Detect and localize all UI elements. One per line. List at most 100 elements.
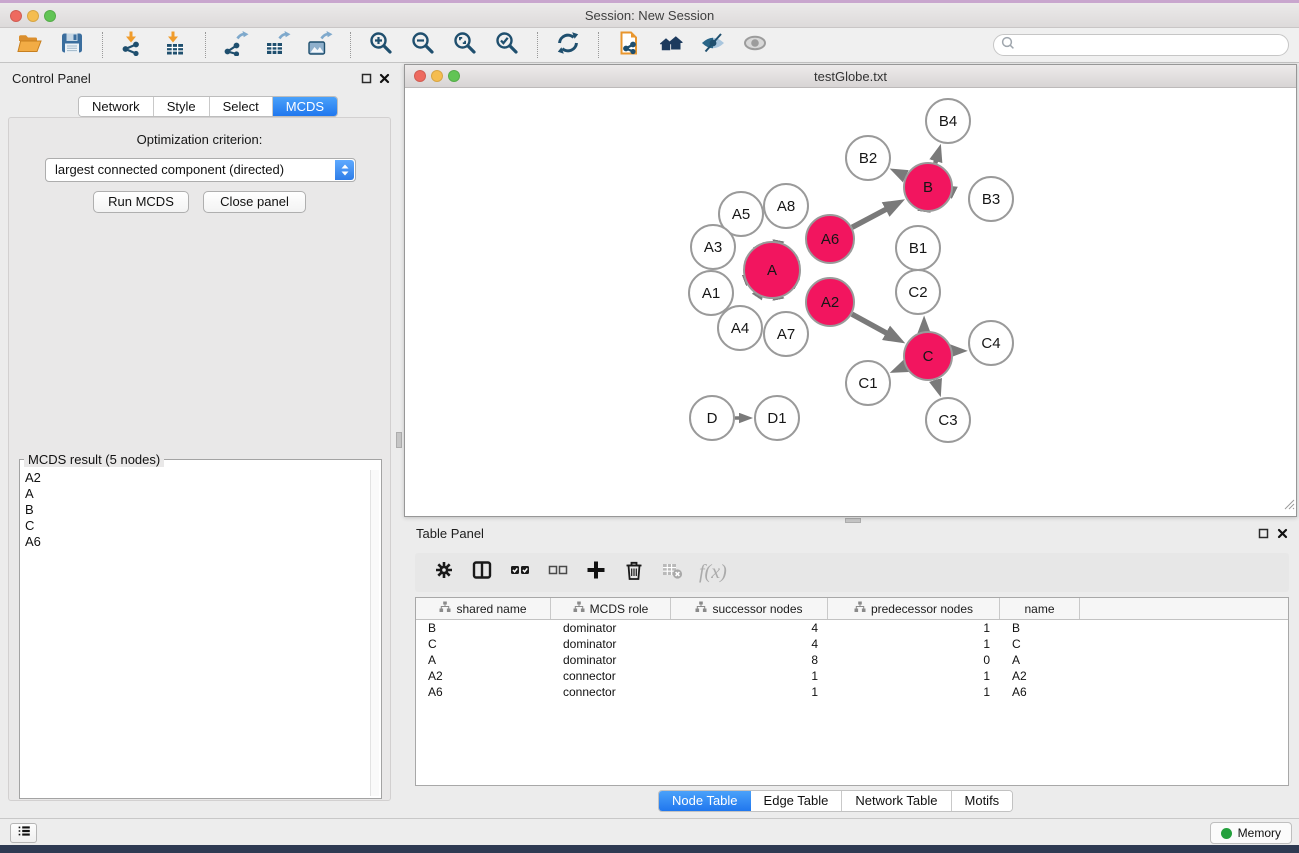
cell-successor-nodes[interactable]: 1 xyxy=(671,669,828,683)
node-A3[interactable]: A3 xyxy=(691,225,735,269)
delete-button[interactable] xyxy=(621,560,647,586)
tab-mcds[interactable]: MCDS xyxy=(273,97,337,116)
search-box[interactable] xyxy=(993,34,1289,56)
edge-B-B4[interactable] xyxy=(935,159,936,164)
result-item[interactable]: B xyxy=(22,502,369,518)
node-C2[interactable]: C2 xyxy=(896,270,940,314)
settings-button[interactable] xyxy=(431,560,457,586)
cell-MCDS-role[interactable]: connector xyxy=(551,685,671,699)
home-button[interactable] xyxy=(656,30,686,60)
cell-predecessor-nodes[interactable]: 1 xyxy=(828,621,1000,635)
tab-network[interactable]: Network xyxy=(79,97,154,116)
search-input[interactable] xyxy=(1016,38,1266,52)
node-A6[interactable]: A6 xyxy=(806,215,854,263)
node-A7[interactable]: A7 xyxy=(764,312,808,356)
edge-A2-C[interactable] xyxy=(852,314,889,334)
cell-name[interactable]: A6 xyxy=(1000,685,1080,699)
cell-successor-nodes[interactable]: 1 xyxy=(671,685,828,699)
node-A4[interactable]: A4 xyxy=(718,306,762,350)
zoom-window-button[interactable] xyxy=(44,10,56,22)
task-history-button[interactable] xyxy=(10,823,37,843)
table-row[interactable]: Bdominator41B xyxy=(416,620,1288,636)
deselect-all-button[interactable] xyxy=(545,560,571,586)
tab-edge-table[interactable]: Edge Table xyxy=(751,791,843,811)
node-A2[interactable]: A2 xyxy=(806,278,854,326)
result-item[interactable]: A6 xyxy=(22,534,369,550)
cell-successor-nodes[interactable]: 4 xyxy=(671,621,828,635)
cell-name[interactable]: C xyxy=(1000,637,1080,651)
select-all-button[interactable] xyxy=(507,560,533,586)
node-C4[interactable]: C4 xyxy=(969,321,1013,365)
resize-grip-icon[interactable] xyxy=(1282,497,1295,515)
cell-shared-name[interactable]: A xyxy=(416,653,551,667)
vertical-splitter-handle[interactable] xyxy=(396,432,402,448)
horizontal-splitter-handle[interactable] xyxy=(845,518,861,523)
node-A[interactable]: A xyxy=(744,242,800,298)
cell-predecessor-nodes[interactable]: 1 xyxy=(828,669,1000,683)
edge-C-C3[interactable] xyxy=(936,380,937,383)
network-zoom-button[interactable] xyxy=(448,70,460,82)
table-row[interactable]: Adominator80A xyxy=(416,652,1288,668)
column-header-name[interactable]: name xyxy=(1000,598,1080,619)
edge-C-C1[interactable] xyxy=(904,366,905,367)
style-preview-button[interactable] xyxy=(698,30,728,60)
node-A1[interactable]: A1 xyxy=(689,271,733,315)
import-table-button[interactable] xyxy=(160,30,190,60)
tab-select[interactable]: Select xyxy=(210,97,273,116)
close-panel-button[interactable]: Close panel xyxy=(203,191,306,213)
column-header-MCDS-role[interactable]: MCDS role xyxy=(551,598,671,619)
node-B1[interactable]: B1 xyxy=(896,226,940,270)
columns-button[interactable] xyxy=(469,560,495,586)
tab-style[interactable]: Style xyxy=(154,97,210,116)
table-row[interactable]: A2connector11A2 xyxy=(416,668,1288,684)
cell-MCDS-role[interactable]: connector xyxy=(551,669,671,683)
control-panel-close-icon[interactable] xyxy=(378,72,391,85)
cell-successor-nodes[interactable]: 4 xyxy=(671,637,828,651)
edge-A6-B[interactable] xyxy=(852,208,888,227)
result-item[interactable]: A2 xyxy=(22,470,369,486)
node-B2[interactable]: B2 xyxy=(846,136,890,180)
zoom-in-button[interactable] xyxy=(366,30,396,60)
tab-node-table[interactable]: Node Table xyxy=(659,791,751,811)
export-table-button[interactable] xyxy=(263,30,293,60)
result-item[interactable]: C xyxy=(22,518,369,534)
export-network-button[interactable] xyxy=(221,30,251,60)
open-folder-button[interactable] xyxy=(15,30,45,60)
refresh-button[interactable] xyxy=(553,30,583,60)
memory-button[interactable]: Memory xyxy=(1210,822,1292,844)
network-canvas[interactable]: B4B2BB3A8A5A6A3B1AA1C2A2A4A7C4CC1C3DD1 xyxy=(405,88,1296,516)
node-A8[interactable]: A8 xyxy=(764,184,808,228)
cell-predecessor-nodes[interactable]: 1 xyxy=(828,637,1000,651)
node-C1[interactable]: C1 xyxy=(846,361,890,405)
zoom-fit-button[interactable] xyxy=(450,30,480,60)
cell-shared-name[interactable]: A6 xyxy=(416,685,551,699)
cell-name[interactable]: A xyxy=(1000,653,1080,667)
zoom-out-button[interactable] xyxy=(408,30,438,60)
tab-network-table[interactable]: Network Table xyxy=(842,791,951,811)
table-panel-close-icon[interactable] xyxy=(1276,527,1289,540)
cell-MCDS-role[interactable]: dominator xyxy=(551,637,671,651)
result-item[interactable]: A xyxy=(22,486,369,502)
cell-shared-name[interactable]: B xyxy=(416,621,551,635)
node-B4[interactable]: B4 xyxy=(926,99,970,143)
column-header-successor-nodes[interactable]: successor nodes xyxy=(671,598,828,619)
table-panel-float-icon[interactable] xyxy=(1257,527,1270,540)
cell-predecessor-nodes[interactable]: 1 xyxy=(828,685,1000,699)
close-window-button[interactable] xyxy=(10,10,22,22)
cell-shared-name[interactable]: A2 xyxy=(416,669,551,683)
node-B3[interactable]: B3 xyxy=(969,177,1013,221)
node-D[interactable]: D xyxy=(690,396,734,440)
table-row[interactable]: Cdominator41C xyxy=(416,636,1288,652)
cell-MCDS-role[interactable]: dominator xyxy=(551,621,671,635)
cell-shared-name[interactable]: C xyxy=(416,637,551,651)
node-B[interactable]: B xyxy=(904,163,952,211)
minimize-window-button[interactable] xyxy=(27,10,39,22)
edge-B-B2[interactable] xyxy=(903,175,905,176)
cell-predecessor-nodes[interactable]: 0 xyxy=(828,653,1000,667)
import-network-button[interactable] xyxy=(118,30,148,60)
add-button[interactable] xyxy=(583,560,609,586)
table-row[interactable]: A6connector11A6 xyxy=(416,684,1288,700)
network-close-button[interactable] xyxy=(414,70,426,82)
birdseye-button[interactable] xyxy=(740,30,770,60)
export-image-button[interactable] xyxy=(305,30,335,60)
